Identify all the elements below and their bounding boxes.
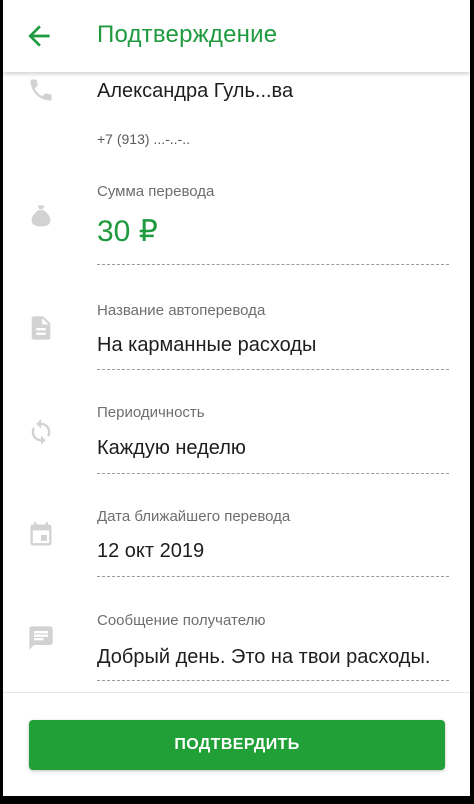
document-icon	[31, 316, 51, 340]
next-date-label: Дата ближайшего перевода	[97, 508, 291, 525]
bottom-action-bar: ПОДТВЕРДИТЬ	[3, 692, 470, 796]
confirmation-details: Александра Гуль...ва +7 (913) ...-..-.. …	[3, 72, 470, 692]
money-bag-icon	[31, 205, 51, 227]
back-button[interactable]	[23, 20, 55, 52]
recipient-phone: +7 (913) ...-..-..	[97, 131, 190, 147]
message-divider	[97, 680, 449, 681]
message-icon	[29, 626, 53, 650]
autotransfer-name-label: Название автоперевода	[97, 302, 266, 319]
calendar-icon	[30, 522, 52, 546]
autotransfer-name-value: На карманные расходы	[97, 334, 317, 356]
next-date-divider	[97, 576, 449, 577]
next-date-value: 12 окт 2019	[97, 540, 205, 562]
message-label: Сообщение получателю	[97, 612, 266, 629]
phone-icon	[30, 79, 52, 101]
periodicity-divider	[97, 473, 449, 474]
periodicity-label: Периодичность	[97, 404, 205, 421]
periodicity-row[interactable]: Периодичность Каждую неделю	[3, 376, 470, 480]
page-title: Подтверждение	[97, 21, 278, 48]
confirm-button[interactable]: ПОДТВЕРДИТЬ	[29, 720, 445, 770]
periodicity-value: Каждую неделю	[97, 437, 246, 459]
next-date-row[interactable]: Дата ближайшего перевода 12 окт 2019	[3, 480, 470, 584]
screen: Подтверждение Александра Гуль...ва +7 (9…	[3, 0, 470, 796]
recipient-name: Александра Гуль...ва	[97, 80, 294, 102]
message-value: Добрый день. Это на твои расходы.	[97, 646, 431, 668]
amount-row: Сумма перевода 30 ₽	[3, 168, 470, 272]
repeat-icon	[31, 419, 51, 445]
amount-divider	[97, 264, 449, 265]
amount-label: Сумма перевода	[97, 183, 215, 200]
autotransfer-name-divider	[97, 369, 449, 370]
autotransfer-name-row[interactable]: Название автоперевода На карманные расхо…	[3, 272, 470, 376]
amount-value: 30 ₽	[97, 215, 158, 248]
message-row[interactable]: Сообщение получателю Добрый день. Это на…	[3, 584, 470, 692]
arrow-back-icon	[28, 25, 50, 47]
recipient-row: Александра Гуль...ва +7 (913) ...-..-..	[3, 72, 470, 168]
app-bar: Подтверждение	[3, 0, 470, 72]
